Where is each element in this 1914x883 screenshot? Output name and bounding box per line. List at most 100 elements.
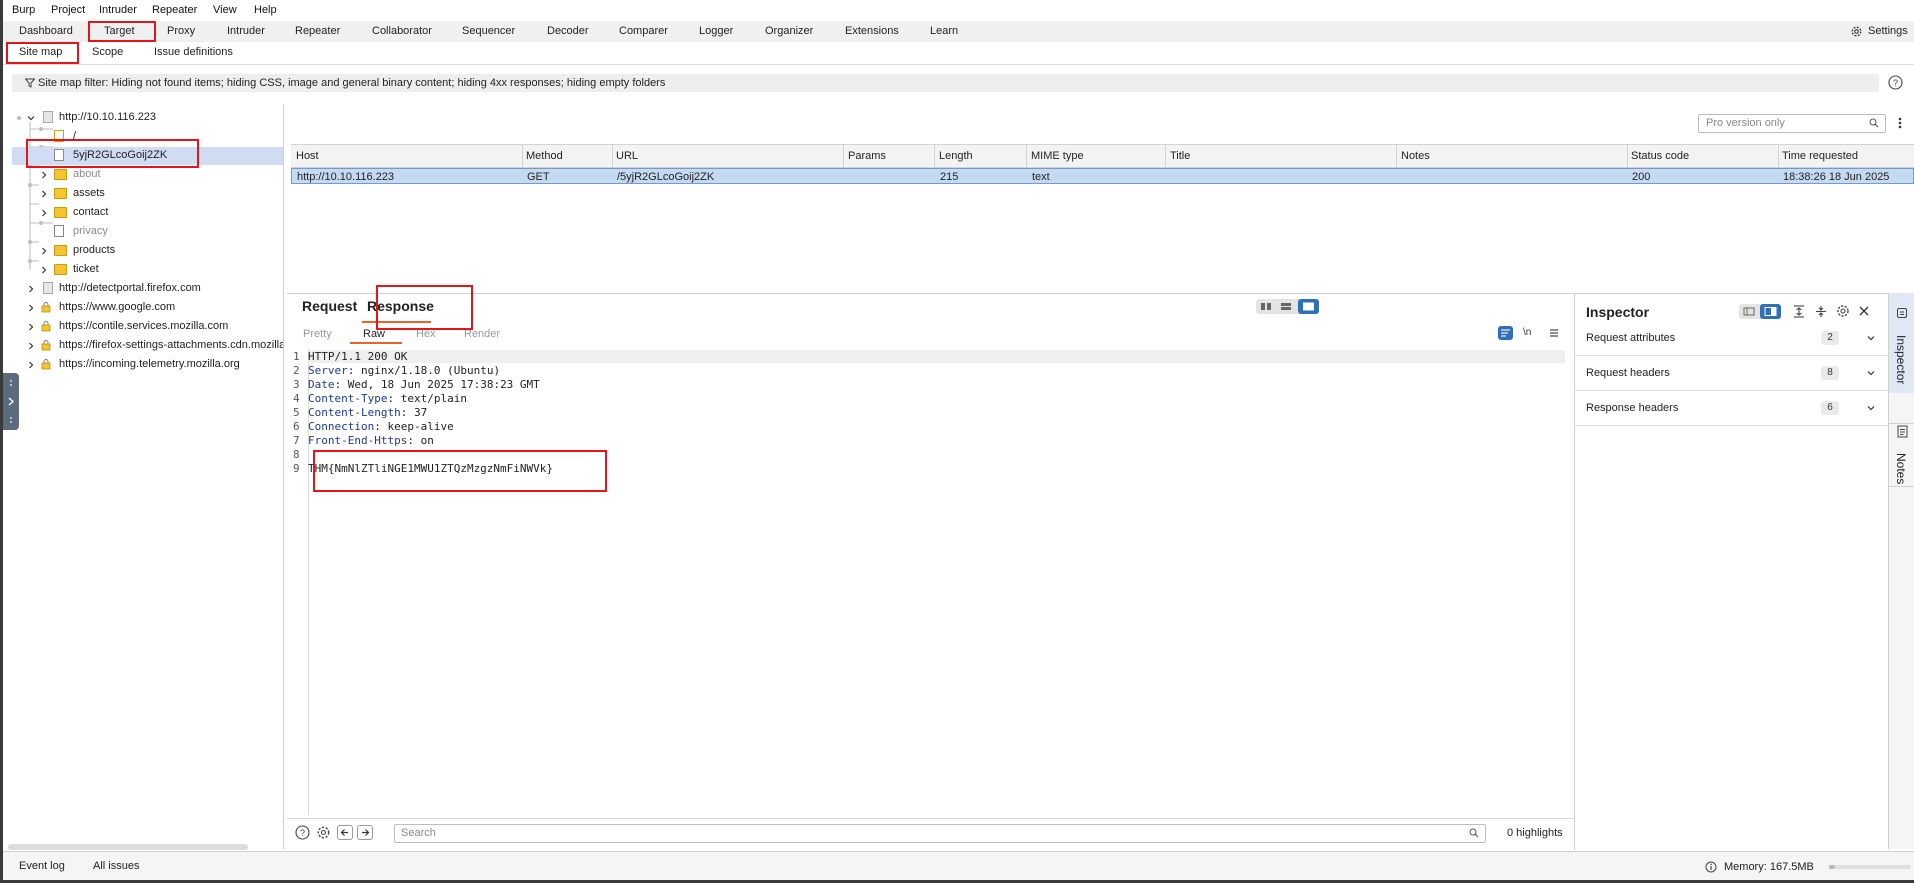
chevron-right-icon[interactable] bbox=[26, 322, 36, 332]
col-time-requested[interactable]: Time requested bbox=[1782, 150, 1858, 162]
code-line[interactable]: 1 HTTP/1.1 200 OK bbox=[293, 350, 407, 363]
chevron-down-icon[interactable] bbox=[1866, 368, 1876, 378]
rail-tab-notes[interactable]: Notes bbox=[1889, 425, 1914, 515]
chevron-right-icon[interactable] bbox=[39, 265, 49, 275]
tree-host[interactable]: https://www.google.com bbox=[3, 299, 283, 317]
inspector-layout-toggle[interactable] bbox=[1739, 304, 1781, 319]
col-title[interactable]: Title bbox=[1170, 150, 1190, 162]
gear-icon[interactable] bbox=[316, 825, 331, 840]
inspector-section-request-attributes[interactable]: Request attributes 2 bbox=[1575, 321, 1888, 356]
tab-logger[interactable]: Logger bbox=[699, 25, 733, 37]
all-issues-button[interactable]: All issues bbox=[93, 860, 139, 872]
col-length[interactable]: Length bbox=[939, 150, 973, 162]
tab-decoder[interactable]: Decoder bbox=[547, 25, 589, 37]
rail-tab-inspector[interactable]: Inspector bbox=[1889, 293, 1914, 393]
tab-organizer[interactable]: Organizer bbox=[765, 25, 813, 37]
tree-node[interactable]: / bbox=[3, 128, 283, 146]
subtab-site-map[interactable]: Site map bbox=[19, 46, 62, 58]
col-notes[interactable]: Notes bbox=[1401, 150, 1430, 162]
gear-icon[interactable] bbox=[1850, 25, 1863, 38]
chevron-right-icon[interactable] bbox=[39, 208, 49, 218]
tree-node[interactable]: assets bbox=[3, 185, 283, 203]
tree-node-root[interactable]: http://10.10.116.223 bbox=[3, 109, 283, 127]
menu-icon[interactable] bbox=[1549, 328, 1559, 338]
chevron-right-icon[interactable] bbox=[26, 360, 36, 370]
tree-node[interactable]: contact bbox=[3, 204, 283, 222]
code-line[interactable]: 4 Content-Type: text/plain bbox=[293, 392, 467, 405]
chevron-down-icon[interactable] bbox=[1866, 403, 1876, 413]
chevron-right-icon[interactable] bbox=[39, 246, 49, 256]
split-vertical-icon[interactable] bbox=[1280, 302, 1292, 311]
chevron-right-icon[interactable] bbox=[26, 284, 36, 294]
tree-node-selected[interactable]: 5yjR2GLcoGoij2ZK bbox=[12, 147, 283, 165]
inspector-section-response-headers[interactable]: Response headers 6 bbox=[1575, 391, 1888, 426]
menu-burp[interactable]: Burp bbox=[12, 4, 35, 16]
col-params[interactable]: Params bbox=[848, 150, 886, 162]
layout-toggle[interactable] bbox=[1256, 299, 1319, 314]
list-view-icon[interactable] bbox=[1743, 307, 1755, 316]
code-line[interactable]: 9 THM{NmNlZTliNGE1MWU1ZTQzMzgzNmFiNWVk} bbox=[293, 462, 553, 475]
more-options-icon[interactable] bbox=[1897, 116, 1903, 130]
arrow-left-icon[interactable] bbox=[337, 825, 353, 840]
tree-scrollbar[interactable] bbox=[8, 844, 248, 850]
tab-repeater[interactable]: Repeater bbox=[295, 25, 340, 37]
tab-request[interactable]: Request bbox=[302, 298, 357, 314]
close-icon[interactable] bbox=[1858, 305, 1870, 317]
tree-node[interactable]: privacy bbox=[3, 223, 283, 241]
subtab-render[interactable]: Render bbox=[464, 328, 500, 340]
code-line[interactable]: 6 Connection: keep-alive bbox=[293, 420, 454, 433]
settings-button[interactable]: Settings bbox=[1868, 25, 1908, 37]
chevron-down-icon[interactable] bbox=[1866, 333, 1876, 343]
tab-learn[interactable]: Learn bbox=[930, 25, 958, 37]
code-line[interactable]: 2 Server: nginx/1.18.0 (Ubuntu) bbox=[293, 364, 500, 377]
collapse-all-icon[interactable] bbox=[1815, 305, 1827, 318]
gear-icon[interactable] bbox=[1836, 304, 1850, 318]
code-line[interactable]: 8 bbox=[293, 448, 300, 461]
col-url[interactable]: URL bbox=[616, 150, 638, 162]
subtab-pretty[interactable]: Pretty bbox=[303, 328, 332, 340]
tree-host[interactable]: http://detectportal.firefox.com bbox=[3, 280, 283, 298]
split-horizontal-icon[interactable] bbox=[1260, 302, 1272, 311]
event-log-button[interactable]: Event log bbox=[19, 860, 65, 872]
tree-host[interactable]: https://contile.services.mozilla.com bbox=[3, 318, 283, 336]
help-icon[interactable]: ? bbox=[295, 825, 310, 840]
inspector-section-request-headers[interactable]: Request headers 8 bbox=[1575, 356, 1888, 391]
chevron-right-icon[interactable] bbox=[26, 303, 36, 313]
menu-repeater[interactable]: Repeater bbox=[152, 4, 197, 16]
menu-view[interactable]: View bbox=[213, 4, 237, 16]
col-host[interactable]: Host bbox=[296, 150, 319, 162]
expand-all-icon[interactable] bbox=[1793, 305, 1805, 318]
chevron-down-icon[interactable] bbox=[26, 113, 36, 123]
tab-sequencer[interactable]: Sequencer bbox=[462, 25, 515, 37]
tab-proxy[interactable]: Proxy bbox=[167, 25, 195, 37]
menu-project[interactable]: Project bbox=[51, 4, 85, 16]
tree-host[interactable]: https://incoming.telemetry.mozilla.org bbox=[3, 356, 283, 374]
table-row[interactable]: http://10.10.116.223 GET /5yjR2GLcoGoij2… bbox=[291, 168, 1914, 184]
arrow-right-icon[interactable] bbox=[357, 825, 373, 840]
tab-intruder[interactable]: Intruder bbox=[227, 25, 265, 37]
menu-help[interactable]: Help bbox=[254, 4, 277, 16]
single-view-icon[interactable] bbox=[1298, 299, 1319, 314]
panel-view-icon[interactable] bbox=[1760, 304, 1781, 319]
tree-node[interactable]: ticket bbox=[3, 261, 283, 279]
tab-collaborator[interactable]: Collaborator bbox=[372, 25, 432, 37]
code-line[interactable]: 5 Content-Length: 37 bbox=[293, 406, 427, 419]
table-search-field[interactable]: Pro version only bbox=[1698, 114, 1886, 133]
tab-comparer[interactable]: Comparer bbox=[619, 25, 668, 37]
subtab-hex[interactable]: Hex bbox=[416, 328, 436, 340]
subtab-scope[interactable]: Scope bbox=[92, 46, 123, 58]
show-newlines-toggle[interactable]: \n bbox=[1523, 327, 1531, 338]
site-map-filter-bar[interactable]: Site map filter: Hiding not found items;… bbox=[12, 74, 1879, 92]
tree-host[interactable]: https://firefox-settings-attachments.cdn… bbox=[3, 337, 283, 355]
chevron-right-icon[interactable] bbox=[39, 189, 49, 199]
chevron-right-icon[interactable] bbox=[26, 341, 36, 351]
tab-response[interactable]: Response bbox=[367, 298, 434, 314]
tab-extensions[interactable]: Extensions bbox=[845, 25, 899, 37]
menu-intruder[interactable]: Intruder bbox=[99, 4, 137, 16]
help-icon[interactable]: ? bbox=[1888, 75, 1903, 90]
panel-collapse-handle[interactable] bbox=[3, 373, 19, 430]
search-input[interactable]: Search bbox=[394, 824, 1486, 843]
col-mime-type[interactable]: MIME type bbox=[1031, 150, 1084, 162]
subtab-raw[interactable]: Raw bbox=[363, 328, 385, 340]
subtab-issue-definitions[interactable]: Issue definitions bbox=[154, 46, 233, 58]
